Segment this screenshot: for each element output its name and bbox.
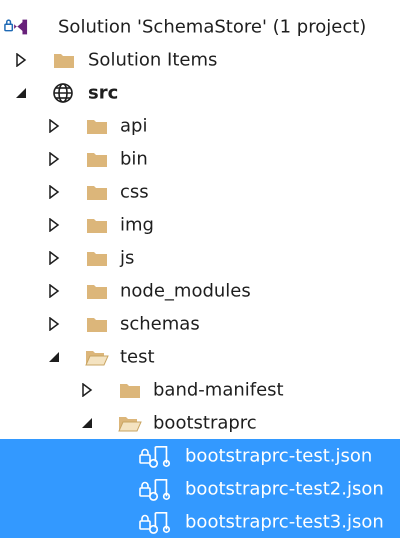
tree-node-img[interactable]: img [0, 208, 400, 241]
tree-node-label: bootstraprc [153, 412, 257, 433]
tree-node-src[interactable]: src [0, 76, 400, 109]
tree-node-label: src [88, 82, 119, 103]
json-schema-file-icon [148, 510, 172, 534]
json-schema-file-icon [148, 444, 172, 468]
expand-arrow-icon[interactable] [47, 184, 61, 199]
collapse-arrow-icon[interactable] [47, 350, 61, 364]
folder-icon [85, 279, 109, 303]
tree-node-label: Solution Items [88, 49, 218, 70]
tree-node-css[interactable]: css [0, 175, 400, 208]
tree-node-solution[interactable]: Solution 'SchemaStore' (1 project) [0, 10, 400, 43]
folder-icon [85, 114, 109, 138]
tree-node-node-modules[interactable]: node_modules [0, 274, 400, 307]
tree-node-label: img [120, 214, 154, 235]
folder-icon [85, 147, 109, 171]
collapse-arrow-icon[interactable] [80, 416, 94, 430]
folder-icon [85, 213, 109, 237]
expand-arrow-icon[interactable] [47, 151, 61, 166]
tree-node-bootstraprc-test3-json[interactable]: bootstraprc-test3.json [0, 505, 400, 538]
tree-node-label: js [120, 247, 135, 268]
globe-icon [51, 81, 75, 105]
json-schema-file-icon [148, 477, 172, 501]
tree-node-label: test [120, 346, 155, 367]
visual-studio-solution-icon [4, 15, 28, 39]
folder-open-icon [85, 345, 109, 369]
tree-node-test[interactable]: test [0, 340, 400, 373]
tree-node-bootstraprc-test-json[interactable]: bootstraprc-test.json [0, 439, 400, 472]
expand-arrow-icon[interactable] [47, 283, 61, 298]
solution-explorer-tree: Solution 'SchemaStore' (1 project) Solut… [0, 10, 400, 538]
tree-node-label: bootstraprc-test2.json [185, 478, 384, 499]
collapse-arrow-icon[interactable] [14, 86, 28, 100]
folder-open-icon [118, 411, 142, 435]
tree-node-bootstraprc-test2-json[interactable]: bootstraprc-test2.json [0, 472, 400, 505]
folder-icon [118, 378, 142, 402]
tree-node-bin[interactable]: bin [0, 142, 400, 175]
folder-icon [85, 312, 109, 336]
tree-node-label: css [120, 181, 149, 202]
tree-node-schemas[interactable]: schemas [0, 307, 400, 340]
tree-node-label: band-manifest [153, 379, 284, 400]
expand-arrow-icon[interactable] [47, 118, 61, 133]
expand-arrow-icon[interactable] [47, 217, 61, 232]
tree-node-solution-items[interactable]: Solution Items [0, 43, 400, 76]
tree-node-api[interactable]: api [0, 109, 400, 142]
tree-node-label: node_modules [120, 280, 251, 301]
tree-node-js[interactable]: js [0, 241, 400, 274]
tree-node-label: bootstraprc-test3.json [185, 511, 384, 532]
tree-node-bootstraprc[interactable]: bootstraprc [0, 406, 400, 439]
tree-node-label: Solution 'SchemaStore' (1 project) [58, 16, 367, 37]
tree-node-band-manifest[interactable]: band-manifest [0, 373, 400, 406]
tree-node-label: schemas [120, 313, 200, 334]
folder-icon [85, 180, 109, 204]
expand-arrow-icon[interactable] [47, 250, 61, 265]
tree-node-label: bootstraprc-test.json [185, 445, 373, 466]
folder-icon [85, 246, 109, 270]
tree-node-label: api [120, 115, 148, 136]
expand-arrow-icon[interactable] [47, 316, 61, 331]
expand-arrow-icon[interactable] [80, 382, 94, 397]
expand-arrow-icon[interactable] [14, 52, 28, 67]
folder-icon [52, 48, 76, 72]
tree-node-label: bin [120, 148, 148, 169]
